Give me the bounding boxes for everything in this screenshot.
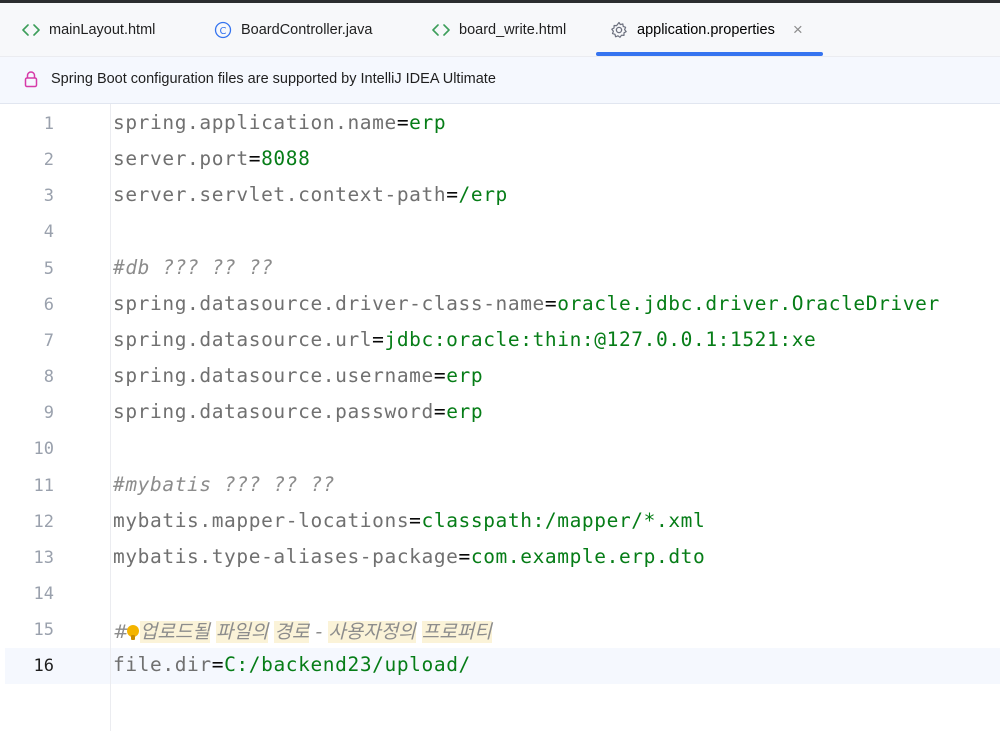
tab-label: application.properties — [637, 21, 775, 38]
line-number: 8 — [43, 367, 54, 387]
line-number: 10 — [33, 439, 54, 459]
equals-sign: = — [396, 111, 410, 134]
code-line: 9 spring.datasource.password=erp — [0, 395, 1000, 431]
comment-word: - — [315, 621, 323, 643]
code-editor[interactable]: 1 spring.application.name=erp 2 server.p… — [0, 104, 1000, 731]
comment-word: 업로드될 — [139, 621, 210, 643]
line-number: 1 — [43, 114, 54, 134]
line-number: 7 — [43, 331, 54, 351]
line-number: 9 — [43, 403, 54, 423]
equals-sign: = — [458, 545, 471, 568]
html-file-icon — [22, 21, 40, 39]
property-value: 8088 — [261, 147, 311, 170]
comment-word: 프로퍼티 — [421, 621, 492, 643]
property-key: spring.application.name — [113, 111, 397, 134]
editor-notification-banner: Spring Boot configuration files are supp… — [0, 57, 1000, 104]
comment-word: 파일의 — [215, 621, 269, 643]
property-value: com.example.erp.dto — [470, 545, 706, 568]
line-number: 3 — [43, 186, 54, 206]
property-key: spring.datasource.url — [113, 328, 373, 351]
line-number: 12 — [33, 512, 54, 532]
equals-sign: = — [211, 653, 225, 676]
code-line: 7 spring.datasource.url=jdbc:oracle:thin… — [0, 323, 1000, 359]
property-key: file.dir — [113, 653, 212, 676]
code-line: 3 server.servlet.context-path=/erp — [0, 178, 1000, 214]
tab-label: mainLayout.html — [49, 21, 156, 38]
code-line: 5 #db ??? ?? ?? — [0, 251, 1000, 287]
property-key: spring.datasource.driver-class-name — [113, 292, 545, 315]
comment-text: #db ??? ?? ?? — [113, 256, 274, 279]
property-key: mybatis.mapper-locations — [113, 509, 410, 532]
equals-sign: = — [433, 400, 447, 423]
equals-sign: = — [409, 509, 422, 532]
property-value: erp — [446, 364, 484, 387]
code-line: 15 # 업로드될 파일의 경로 - 사용자정의 프로퍼티 — [0, 612, 1000, 648]
svg-text:C: C — [220, 26, 227, 37]
property-value: classpath:/mapper/*.xml — [421, 509, 706, 532]
code-line: 6 spring.datasource.driver-class-name=or… — [0, 287, 1000, 323]
property-key: spring.datasource.password — [113, 400, 434, 423]
comment-word: 사용자정의 — [328, 621, 416, 643]
equals-sign: = — [446, 183, 459, 206]
code-line: 12 mybatis.mapper-locations=classpath:/m… — [0, 504, 1000, 540]
property-value: oracle.jdbc.driver.OracleDriver — [557, 292, 940, 315]
java-class-icon: C — [214, 21, 232, 39]
property-value: jdbc:oracle:thin:@127.0.0.1:1521:xe — [384, 328, 817, 351]
equals-sign: = — [372, 328, 385, 351]
property-key: server.port — [113, 147, 249, 170]
property-value: /erp — [458, 183, 508, 206]
tab-board-write-html[interactable]: board_write.html — [432, 3, 566, 56]
line-number: 11 — [33, 476, 54, 496]
code-line: 14 — [0, 576, 1000, 612]
code-line: 8 spring.datasource.username=erp — [0, 359, 1000, 395]
code-line: 13 mybatis.type-aliases-package=com.exam… — [0, 540, 1000, 576]
equals-sign: = — [248, 147, 262, 170]
line-number: 14 — [33, 584, 54, 604]
comment-text: #mybatis ??? ?? ?? — [113, 473, 336, 496]
line-number: 5 — [43, 259, 54, 279]
lightbulb-icon[interactable] — [126, 625, 139, 640]
code-line: 2 server.port=8088 — [0, 142, 1000, 178]
code-line: 1 spring.application.name=erp — [0, 106, 1000, 142]
line-number: 15 — [33, 620, 54, 640]
comment-word: 경로 — [274, 621, 310, 643]
tab-application-properties[interactable]: application.properties × — [596, 3, 823, 56]
tab-label: board_write.html — [459, 21, 567, 38]
property-key: server.servlet.context-path — [113, 183, 447, 206]
active-tab-indicator — [596, 52, 823, 56]
gear-icon — [610, 21, 628, 39]
tab-label: BoardController.java — [241, 21, 373, 38]
equals-sign: = — [544, 292, 558, 315]
line-number: 4 — [43, 222, 54, 242]
code-line: 11 #mybatis ??? ?? ?? — [0, 468, 1000, 504]
property-value: erp — [446, 400, 484, 423]
tab-boardcontroller-java[interactable]: C BoardController.java — [214, 3, 372, 56]
code-line: 4 — [0, 214, 1000, 250]
line-number: 13 — [33, 548, 54, 568]
line-number: 16 — [33, 656, 54, 676]
line-number: 6 — [43, 295, 54, 315]
lock-icon — [24, 70, 38, 92]
property-key: spring.datasource.username — [113, 364, 434, 387]
editor-tab-bar: mainLayout.html C BoardController.java b… — [0, 3, 1000, 57]
html-file-icon — [432, 21, 450, 39]
code-line: 10 — [0, 431, 1000, 467]
property-value: erp — [409, 111, 447, 134]
property-value: C:/backend23/upload/ — [224, 653, 471, 676]
code-line-current: 16 file.dir=C:/backend23/upload/ — [0, 648, 1000, 684]
line-number: 2 — [43, 150, 54, 170]
close-tab-icon[interactable]: × — [793, 20, 803, 40]
tab-mainlayout-html[interactable]: mainLayout.html — [22, 3, 155, 56]
property-key: mybatis.type-aliases-package — [113, 545, 459, 568]
equals-sign: = — [433, 364, 447, 387]
banner-text: Spring Boot configuration files are supp… — [51, 71, 496, 87]
